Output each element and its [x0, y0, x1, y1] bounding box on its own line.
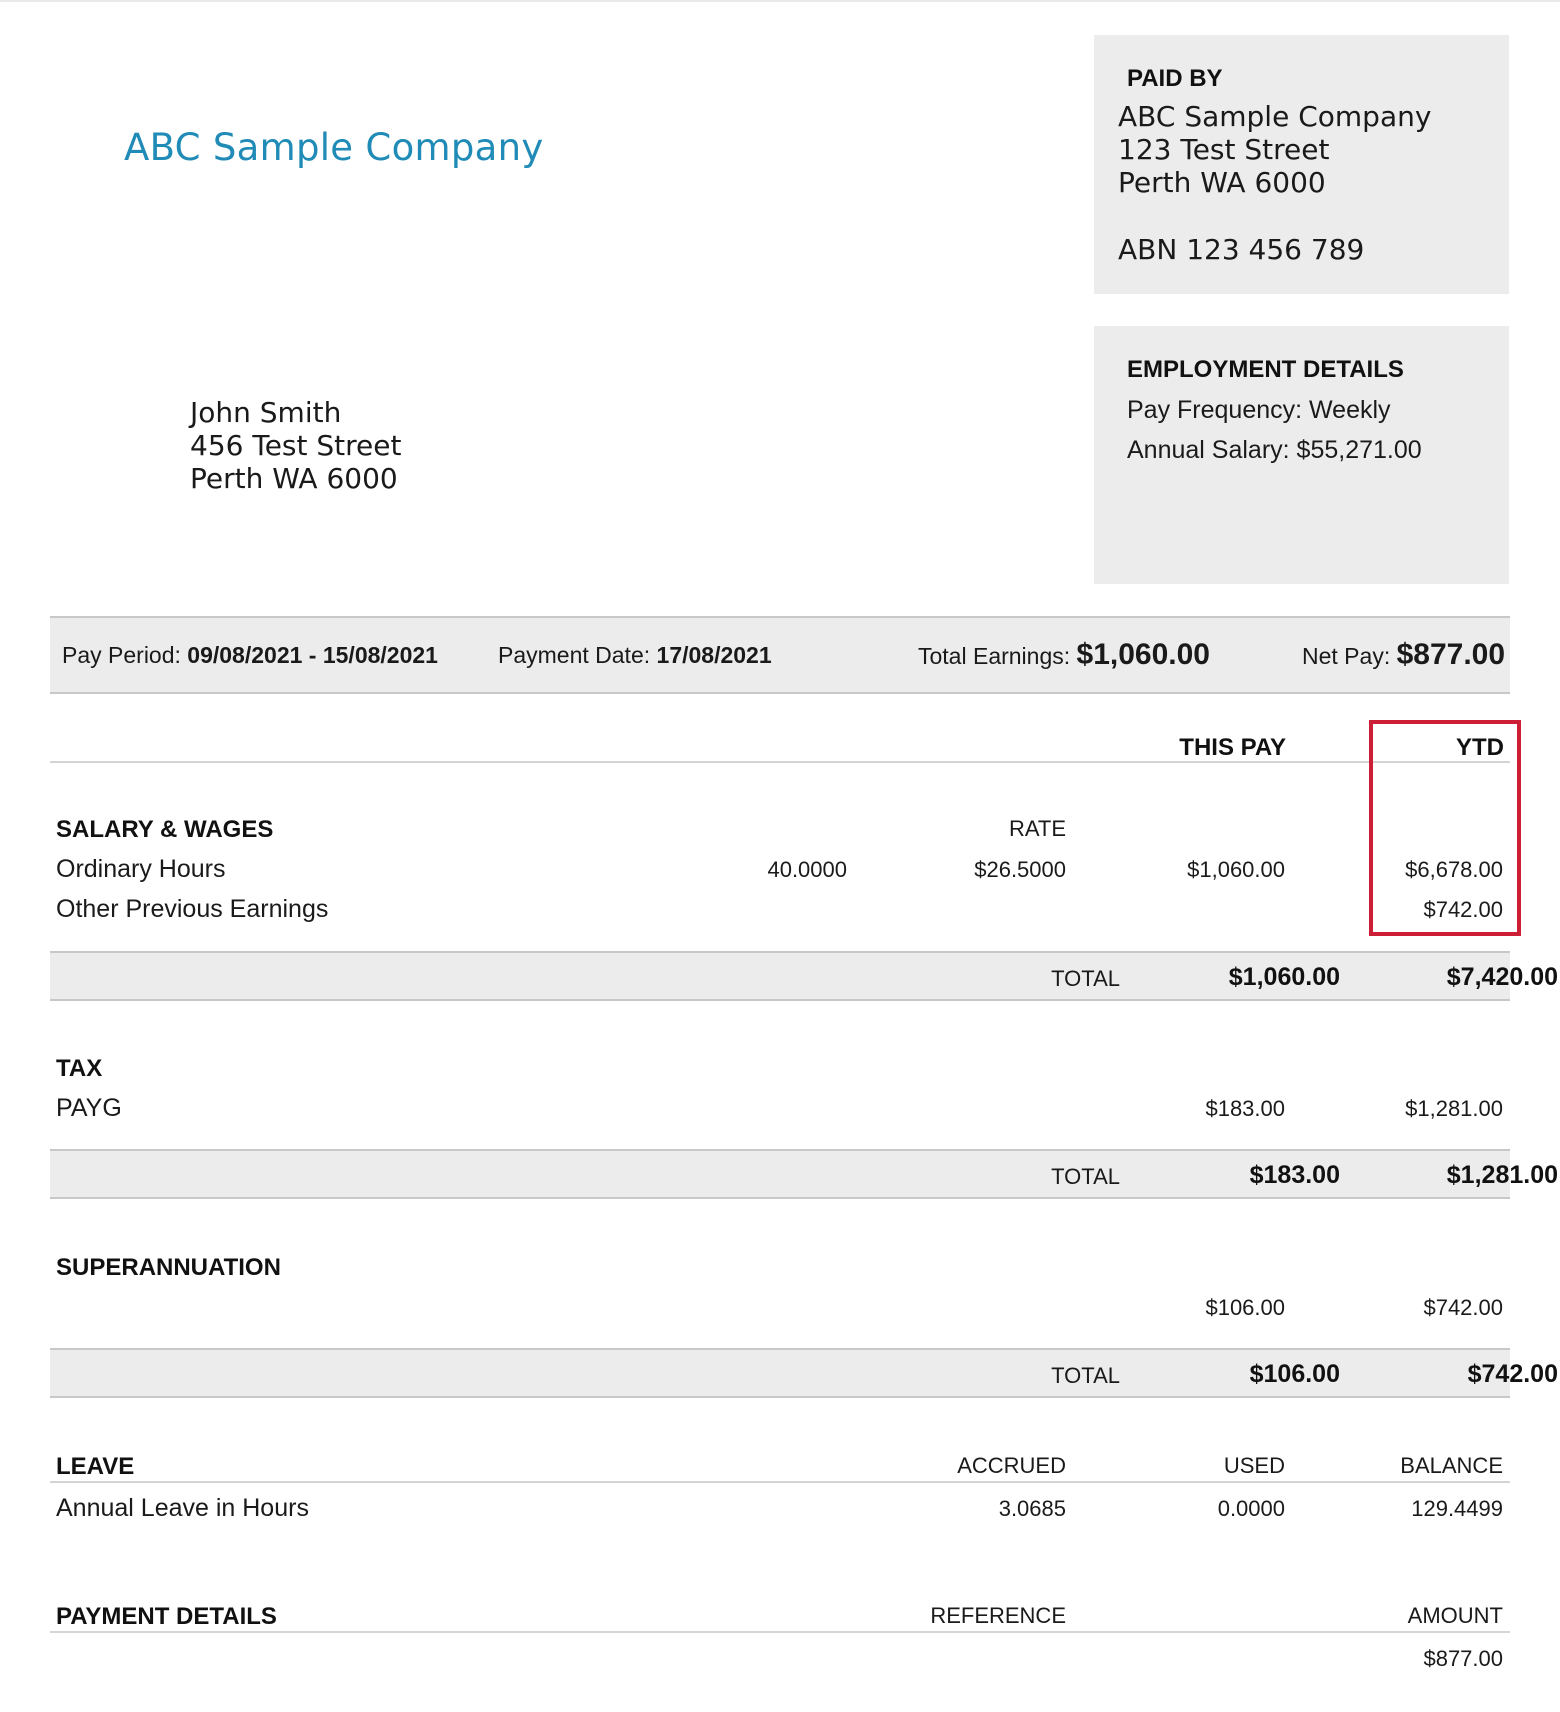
header-divider [50, 761, 1510, 763]
this-pay-header: THIS PAY [1179, 734, 1286, 761]
annual-leave-label: Annual Leave in Hours [56, 1494, 309, 1522]
paid-by-street: 123 Test Street [1118, 133, 1330, 166]
paid-by-title: PAID BY [1127, 65, 1223, 92]
accrued-header: ACCRUED [957, 1453, 1066, 1478]
employment-details-box: EMPLOYMENT DETAILS Pay Frequency: Weekly… [1094, 326, 1509, 584]
payg-label: PAYG [56, 1094, 122, 1122]
super-total-band: TOTAL $106.00 $742.00 [50, 1348, 1558, 1398]
ordinary-hours-rate: $26.5000 [974, 857, 1066, 882]
annual-leave-used: 0.0000 [1217, 1496, 1285, 1521]
ordinary-hours-this-pay: $1,060.00 [1187, 857, 1285, 882]
ordinary-hours-quantity: 40.0000 [767, 857, 847, 882]
payment-details-title: PAYMENT DETAILS [56, 1603, 277, 1630]
annual-salary: Annual Salary: $55,271.00 [1127, 436, 1422, 464]
pay-period-label: Pay Period: [62, 642, 181, 668]
super-total-this-pay: $106.00 [1249, 1360, 1340, 1388]
amount-header: AMOUNT [1407, 1603, 1503, 1628]
used-header: USED [1223, 1453, 1285, 1478]
total-earnings: Total Earnings: $1,060.00 [918, 638, 1210, 672]
net-pay-label: Net Pay: [1302, 643, 1391, 669]
tax-total-this-pay: $183.00 [1249, 1161, 1340, 1189]
net-pay-value: $877.00 [1396, 638, 1506, 671]
paid-by-company: ABC Sample Company [1118, 100, 1432, 133]
company-logo: ABC Sample Company [124, 126, 544, 169]
salary-total-band: TOTAL $1,060.00 $7,420.00 [50, 951, 1558, 1001]
pay-frequency: Pay Frequency: Weekly [1127, 396, 1391, 424]
salary-total-label: TOTAL [1051, 966, 1120, 991]
reference-header: REFERENCE [930, 1603, 1066, 1628]
rate-header: RATE [1008, 816, 1066, 841]
tax-total-band: TOTAL $183.00 $1,281.00 [50, 1149, 1558, 1199]
balance-header: BALANCE [1400, 1453, 1503, 1478]
payment-date-label: Payment Date: [498, 642, 651, 668]
salary-total-this-pay: $1,060.00 [1228, 963, 1340, 991]
payment-date: Payment Date: 17/08/2021 [498, 642, 772, 669]
employment-details-title: EMPLOYMENT DETAILS [1127, 356, 1404, 383]
super-total-label: TOTAL [1051, 1363, 1120, 1388]
pay-summary-band: Pay Period: 09/08/2021 - 15/08/2021 Paym… [50, 616, 1510, 694]
super-ytd: $742.00 [1423, 1295, 1503, 1320]
super-this-pay: $106.00 [1205, 1295, 1285, 1320]
ytd-highlight-box [1369, 720, 1521, 936]
salary-total-ytd: $7,420.00 [1446, 963, 1558, 991]
super-total-ytd: $742.00 [1467, 1360, 1558, 1388]
salary-wages-title: SALARY & WAGES [56, 816, 274, 843]
paid-by-city: Perth WA 6000 [1118, 166, 1326, 199]
ordinary-hours-label: Ordinary Hours [56, 855, 226, 883]
payment-divider [50, 1631, 1510, 1633]
tax-total-ytd: $1,281.00 [1446, 1161, 1558, 1189]
payment-amount: $877.00 [1423, 1646, 1503, 1671]
net-pay: Net Pay: $877.00 [1302, 638, 1505, 672]
payg-ytd: $1,281.00 [1405, 1096, 1503, 1121]
leave-divider [50, 1481, 1510, 1483]
employee-city: Perth WA 6000 [190, 462, 398, 495]
top-divider [0, 0, 1560, 2]
pay-period-value: 09/08/2021 - 15/08/2021 [187, 642, 438, 668]
other-previous-earnings-label: Other Previous Earnings [56, 895, 329, 923]
annual-leave-balance: 129.4499 [1411, 1496, 1503, 1521]
tax-total-label: TOTAL [1051, 1164, 1120, 1189]
pay-period: Pay Period: 09/08/2021 - 15/08/2021 [62, 642, 438, 669]
paid-by-box: PAID BY ABC Sample Company 123 Test Stre… [1094, 35, 1509, 294]
total-earnings-value: $1,060.00 [1076, 638, 1210, 671]
payg-this-pay: $183.00 [1205, 1096, 1285, 1121]
employee-street: 456 Test Street [190, 429, 402, 462]
paid-by-abn: ABN 123 456 789 [1118, 233, 1365, 266]
tax-title: TAX [56, 1055, 103, 1082]
annual-leave-accrued: 3.0685 [998, 1496, 1066, 1521]
leave-title: LEAVE [56, 1453, 135, 1480]
total-earnings-label: Total Earnings: [918, 643, 1071, 669]
payment-date-value: 17/08/2021 [656, 642, 772, 668]
superannuation-title: SUPERANNUATION [56, 1254, 281, 1281]
employee-name: John Smith [190, 396, 342, 429]
